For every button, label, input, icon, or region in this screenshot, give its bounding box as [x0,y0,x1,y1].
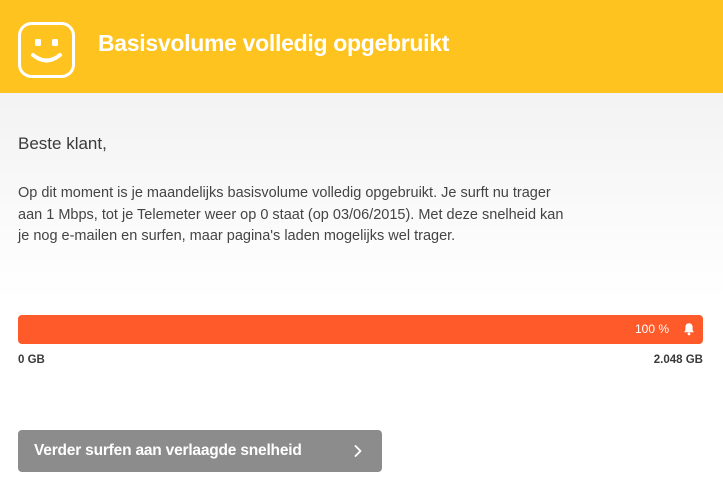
continue-reduced-speed-label: Verder surfen aan verlaagde snelheid [34,442,302,459]
smiley-logo-icon [18,22,75,78]
page: Basisvolume volledig opgebruikt Beste kl… [0,0,723,491]
message-text: Op dit moment is je maandelijks basisvol… [18,185,564,244]
header-bar: Basisvolume volledig opgebruikt [0,0,723,93]
usage-progress-bar: 100 % [18,315,703,344]
greeting-text: Beste klant, [18,134,107,153]
usage-max-label: 2.048 GB [653,354,703,366]
continue-reduced-speed-button[interactable]: Verder surfen aan verlaagde snelheid [18,430,382,472]
chevron-right-icon [354,445,362,457]
bell-icon [684,323,694,336]
usage-min-label: 0 GB [18,354,45,366]
usage-progress-fill [18,315,703,344]
page-title: Basisvolume volledig opgebruikt [98,30,450,56]
usage-percent-label: 100 % [634,322,669,336]
